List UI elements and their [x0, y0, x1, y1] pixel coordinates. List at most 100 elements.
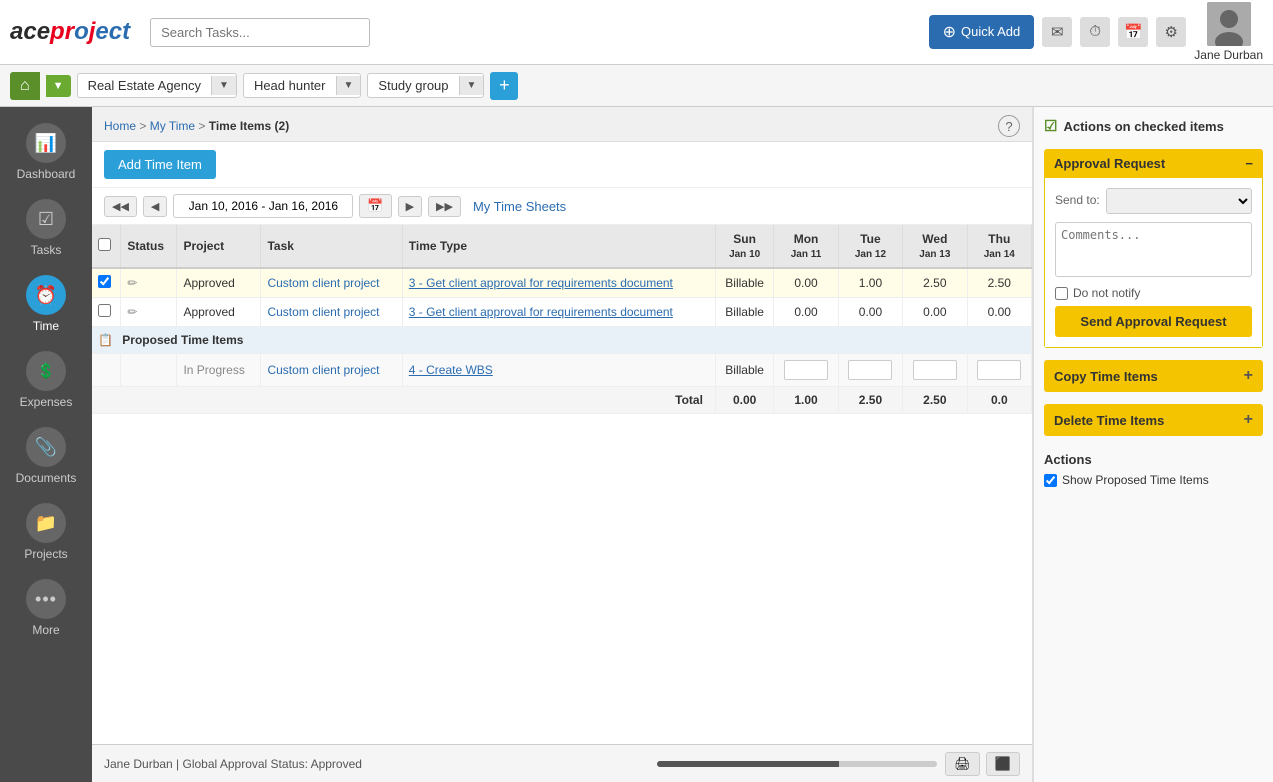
- home-dropdown-button[interactable]: ▼: [46, 75, 71, 97]
- date-forward-double-button[interactable]: ▶▶: [428, 196, 461, 217]
- time-input-sun[interactable]: [784, 360, 828, 380]
- total-row: Total 0.00 1.00 2.50 2.50 0.0: [92, 387, 1032, 414]
- home-button[interactable]: ⌂: [10, 72, 40, 100]
- workspace2-arrow[interactable]: ▼: [336, 76, 361, 95]
- my-timesheets-link[interactable]: My Time Sheets: [473, 199, 566, 214]
- sidebar-item-expenses[interactable]: 💲 Expenses: [6, 343, 86, 417]
- col-header-mon: MonJan 11: [774, 225, 838, 268]
- copy-time-items-section: Copy Time Items +: [1044, 360, 1263, 392]
- sidebar-item-tasks[interactable]: ☑ Tasks: [6, 191, 86, 265]
- copy-time-items-header[interactable]: Copy Time Items +: [1044, 360, 1263, 392]
- send-to-select[interactable]: [1106, 188, 1252, 214]
- row-checkbox[interactable]: [98, 304, 111, 317]
- approval-request-section: Approval Request − Send to: Do not notif…: [1044, 149, 1263, 348]
- edit-icon-cell: ✏: [121, 268, 177, 298]
- time-icon: ⏰: [26, 275, 66, 315]
- row-task-link[interactable]: 3 - Get client approval for requirements…: [409, 276, 673, 290]
- date-range-input[interactable]: [173, 194, 353, 218]
- help-icon[interactable]: ?: [998, 115, 1020, 137]
- workspace2-dropdown[interactable]: Head hunter ▼: [243, 73, 361, 98]
- total-tue: 2.50: [838, 387, 902, 414]
- calendar-picker-icon[interactable]: 📅: [359, 194, 391, 218]
- approval-request-body: Send to: Do not notify Send Approval Req…: [1044, 178, 1263, 348]
- row-wed: 0.00: [967, 298, 1031, 327]
- sidebar-item-documents[interactable]: 📎 Documents: [6, 419, 86, 493]
- row-project-link[interactable]: Custom client project: [267, 363, 379, 377]
- sidebar-item-more[interactable]: ••• More: [6, 571, 86, 645]
- table-row: ✏ Approved Custom client project 3 - Get…: [92, 268, 1032, 298]
- email-icon[interactable]: ✉: [1042, 17, 1072, 47]
- calendar-icon[interactable]: 📅: [1118, 17, 1148, 47]
- date-back-button[interactable]: ◀: [143, 196, 167, 217]
- edit-icon[interactable]: ✏: [127, 276, 137, 290]
- topbar: aceproject ⊕ Quick Add ✉ ⏱ 📅 ⚙ Jane Durb…: [0, 0, 1273, 65]
- row-timetype: Billable: [715, 354, 773, 387]
- workspace1-dropdown[interactable]: Real Estate Agency ▼: [77, 73, 237, 98]
- delete-expand-icon: +: [1244, 411, 1253, 429]
- search-input[interactable]: [150, 18, 370, 47]
- projects-icon: 📁: [26, 503, 66, 543]
- status-text: Jane Durban | Global Approval Status: Ap…: [104, 757, 362, 771]
- row-wed: 2.50: [967, 268, 1031, 298]
- row-mon: 0.00: [838, 298, 902, 327]
- total-sun: 0.00: [715, 387, 773, 414]
- do-not-notify-checkbox[interactable]: [1055, 287, 1068, 300]
- edit-icon[interactable]: ✏: [127, 305, 137, 319]
- toolbar: Add Time Item: [92, 142, 1032, 188]
- app-logo: aceproject: [10, 18, 130, 46]
- row-project-link[interactable]: Custom client project: [267, 305, 379, 319]
- time-table-wrapper[interactable]: Status Project Task Time Type SunJan 10 …: [92, 225, 1032, 744]
- row-task-link[interactable]: 3 - Get client approval for requirements…: [409, 305, 673, 319]
- actions-header: ☑ Actions on checked items: [1044, 117, 1263, 141]
- send-approval-button[interactable]: Send Approval Request: [1055, 306, 1252, 337]
- col-header-wed: WedJan 13: [903, 225, 967, 268]
- time-input-tue[interactable]: [913, 360, 957, 380]
- collapse-icon: −: [1245, 156, 1253, 171]
- check-icon: ☑: [1044, 117, 1057, 135]
- row-tue: 2.50: [903, 268, 967, 298]
- row-timetype: Billable: [715, 268, 773, 298]
- col-header-thu: ThuJan 14: [967, 225, 1031, 268]
- date-navigation: ◀◀ ◀ 📅 ▶ ▶▶ My Time Sheets: [92, 188, 1032, 225]
- workspace1-arrow[interactable]: ▼: [211, 76, 236, 95]
- approval-request-header[interactable]: Approval Request −: [1044, 149, 1263, 178]
- time-input-mon[interactable]: [848, 360, 892, 380]
- breadcrumb-bar: Home > My Time > Time Items (2) ?: [92, 107, 1032, 142]
- row-timetype: Billable: [715, 298, 773, 327]
- quick-add-button[interactable]: ⊕ Quick Add: [929, 15, 1035, 49]
- breadcrumb-home-link[interactable]: Home: [104, 119, 136, 133]
- avatar: [1207, 2, 1251, 46]
- comments-textarea[interactable]: [1055, 222, 1252, 277]
- show-proposed-checkbox[interactable]: [1044, 474, 1057, 487]
- col-header-timetype: Time Type: [402, 225, 715, 268]
- settings-icon[interactable]: ⚙: [1156, 17, 1186, 47]
- total-wed: 2.50: [903, 387, 967, 414]
- sidebar-item-projects[interactable]: 📁 Projects: [6, 495, 86, 569]
- content-area: Home > My Time > Time Items (2) ? ◀ Add …: [92, 107, 1033, 782]
- row-checkbox[interactable]: [98, 275, 111, 288]
- actions-title: Actions: [1044, 452, 1263, 467]
- delete-time-items-section: Delete Time Items +: [1044, 404, 1263, 436]
- topbar-icons: ⊕ Quick Add ✉ ⏱ 📅 ⚙ Jane Durban: [929, 2, 1263, 62]
- workspace3-arrow[interactable]: ▼: [459, 76, 484, 95]
- add-workspace-button[interactable]: +: [490, 72, 518, 100]
- sidebar-item-dashboard[interactable]: 📊 Dashboard: [6, 115, 86, 189]
- delete-time-items-header[interactable]: Delete Time Items +: [1044, 404, 1263, 436]
- date-back-double-button[interactable]: ◀◀: [104, 196, 137, 217]
- clock-icon[interactable]: ⏱: [1080, 17, 1110, 47]
- documents-icon: 📎: [26, 427, 66, 467]
- print-button[interactable]: 🖨: [945, 752, 980, 776]
- copy-expand-icon: +: [1244, 367, 1253, 385]
- row-sun: 0.00: [774, 298, 838, 327]
- date-forward-button[interactable]: ▶: [398, 196, 422, 217]
- sidebar-item-time[interactable]: ⏰ Time: [6, 267, 86, 341]
- workspace3-dropdown[interactable]: Study group ▼: [367, 73, 484, 98]
- export-button[interactable]: ⬛: [986, 752, 1020, 776]
- row-project-link[interactable]: Custom client project: [267, 276, 379, 290]
- add-time-item-button[interactable]: Add Time Item: [104, 150, 216, 179]
- row-task-link[interactable]: 4 - Create WBS: [409, 363, 493, 377]
- select-all-checkbox[interactable]: [98, 238, 111, 251]
- time-input-wed[interactable]: [977, 360, 1021, 380]
- bottom-actions: Actions Show Proposed Time Items: [1044, 448, 1263, 487]
- breadcrumb-mytime-link[interactable]: My Time: [150, 119, 195, 133]
